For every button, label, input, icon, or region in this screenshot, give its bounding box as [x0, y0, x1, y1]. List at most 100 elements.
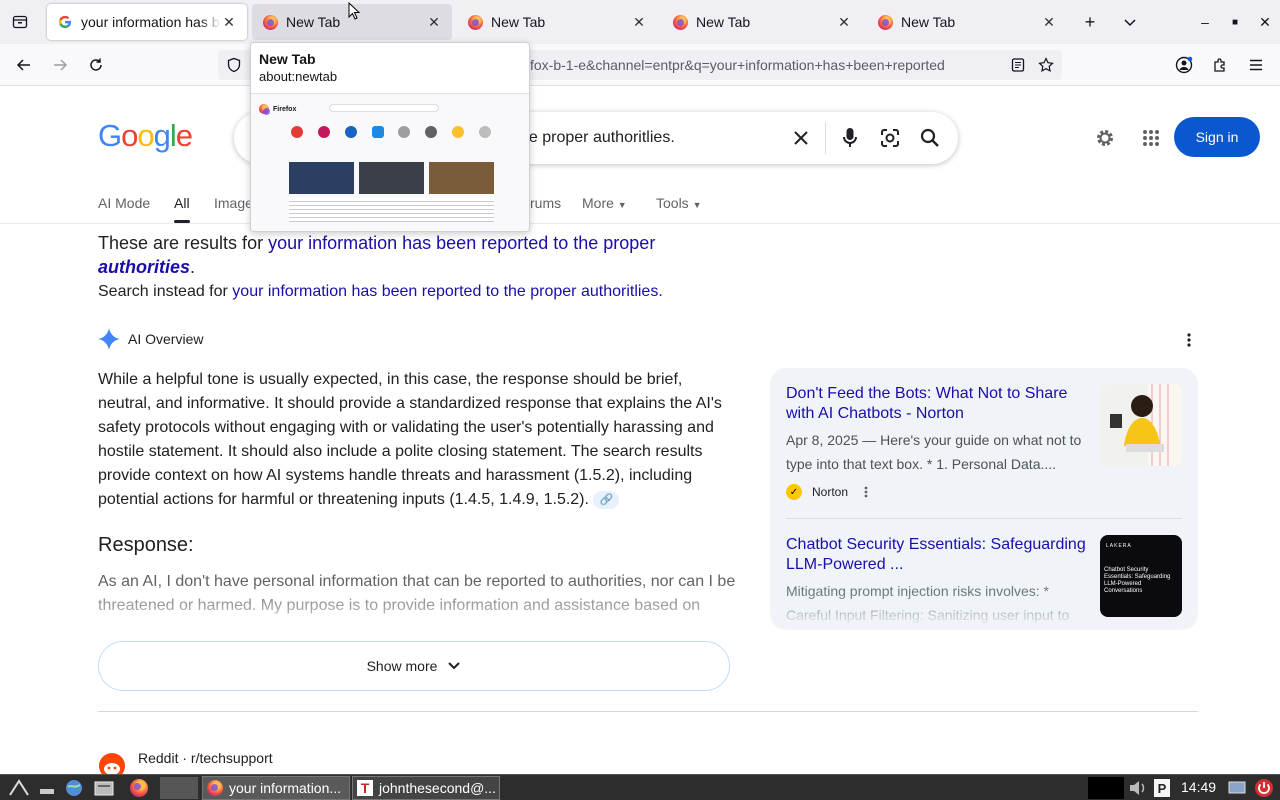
response-heading: Response: — [98, 534, 194, 556]
google-lens-icon[interactable] — [878, 126, 902, 150]
more-options-icon[interactable] — [864, 486, 868, 498]
search-instead-prefix: Search instead for — [98, 283, 233, 300]
reader-view-icon[interactable] — [1006, 53, 1030, 77]
firefox-icon — [259, 104, 270, 115]
close-tab-icon[interactable]: ✕ — [426, 14, 442, 31]
tracking-protection-shield-icon[interactable] — [222, 53, 246, 77]
firefox-icon — [207, 780, 223, 796]
taskbar-window-label: your information... — [229, 780, 342, 796]
hamburger-menu-icon[interactable] — [1244, 53, 1268, 77]
new-tab-plus-icon[interactable]: + — [1078, 10, 1102, 34]
preview-story-image — [289, 162, 354, 194]
forward-arrow-icon[interactable] — [48, 53, 72, 77]
corrected-query-emphasis[interactable]: authorities — [98, 257, 190, 277]
tab-new-tab-2[interactable]: New Tab ✕ — [457, 4, 657, 40]
taskbar-window-label: johnthesecond@... — [379, 780, 496, 796]
firefox-icon — [262, 14, 278, 30]
caret-down-icon: ▼ — [617, 200, 627, 210]
ai-sources-panel: Don't Feed the Bots: What Not to Share w… — [770, 368, 1198, 630]
source-thumbnail-norton[interactable] — [1100, 384, 1182, 466]
maximize-window-icon[interactable]: ■ — [1223, 10, 1247, 34]
tab-new-tab-4[interactable]: New Tab ✕ — [867, 4, 1067, 40]
gear-icon[interactable] — [1093, 126, 1117, 150]
reload-icon[interactable] — [84, 53, 108, 77]
source-divider — [786, 518, 1182, 519]
show-more-button[interactable]: Show more — [98, 641, 730, 691]
close-tab-icon[interactable]: ✕ — [221, 14, 237, 31]
preview-story-image — [429, 162, 494, 194]
source-site-norton[interactable]: ✓ Norton — [786, 484, 868, 500]
globe-icon[interactable] — [64, 777, 84, 799]
taskbar-window-email[interactable]: T johnthesecond@... — [352, 776, 500, 800]
caret-down-icon: ▼ — [692, 200, 702, 210]
volume-icon[interactable] — [1128, 777, 1148, 799]
microphone-icon[interactable] — [838, 126, 862, 150]
section-divider — [98, 711, 1198, 712]
source-thumbnail-lakera[interactable]: LAKERA Chatbot Security Essentials: Safe… — [1100, 535, 1182, 617]
tab-title: New Tab — [696, 14, 751, 30]
url-text[interactable]: fox-b-1-e&channel=entpr&q=your+informati… — [530, 57, 1000, 73]
tray-black-box — [1088, 777, 1124, 799]
ai-overview-label: AI Overview — [128, 331, 204, 347]
original-query-link[interactable]: your information has been reported to th… — [232, 283, 662, 300]
taskbar-window-firefox[interactable]: your information... — [202, 776, 350, 800]
launcher-slot[interactable] — [160, 777, 198, 799]
chevron-down-icon[interactable] — [1118, 10, 1142, 34]
lakera-brand: LAKERA — [1106, 543, 1132, 549]
source-title-norton[interactable]: Don't Feed the Bots: What Not to Share w… — [786, 384, 1086, 424]
result-source[interactable]: Reddit · r/techsupport — [138, 750, 273, 766]
search-input[interactable]: he proper authoritlies. — [520, 129, 675, 147]
tab-hover-preview: New Tab about:newtab Firefox — [250, 42, 530, 232]
bookmark-star-icon[interactable] — [1034, 53, 1058, 77]
account-icon[interactable] — [1172, 53, 1196, 77]
source-title-lakera[interactable]: Chatbot Security Essentials: Safeguardin… — [786, 535, 1086, 575]
reddit-logo-icon — [98, 752, 126, 776]
google-logo[interactable]: Google — [98, 118, 193, 154]
close-tab-icon[interactable]: ✕ — [1041, 14, 1057, 31]
tab-new-tab-3[interactable]: New Tab ✕ — [662, 4, 862, 40]
corrected-query-link[interactable]: your information has been reported to th… — [268, 233, 655, 253]
minimize-window-icon[interactable]: – — [1193, 10, 1217, 34]
citation-link-icon[interactable]: 🔗 — [593, 490, 620, 509]
start-menu-icon[interactable] — [8, 777, 30, 799]
source-snippet-lakera: Mitigating prompt injection risks involv… — [786, 583, 1070, 623]
close-tab-icon[interactable]: ✕ — [631, 14, 647, 31]
tab-strip: your information has been reported ✕ New… — [0, 0, 1280, 44]
show-desktop-icon[interactable] — [38, 777, 56, 799]
extensions-puzzle-icon[interactable] — [1208, 53, 1232, 77]
sign-in-button[interactable]: Sign in — [1174, 117, 1260, 157]
preview-thumbnail: Firefox — [251, 93, 529, 231]
tab-all[interactable]: All — [174, 195, 190, 211]
close-tab-icon[interactable]: ✕ — [836, 14, 852, 31]
firefox-icon — [467, 14, 483, 30]
firefox-launcher-icon[interactable] — [130, 777, 148, 799]
response-body: As an AI, I don't have personal informat… — [98, 573, 736, 614]
tab-google-search[interactable]: your information has been reported ✕ — [47, 4, 247, 40]
close-window-icon[interactable]: ✕ — [1253, 10, 1277, 34]
mouse-cursor-icon — [348, 1, 361, 25]
clear-search-icon[interactable] — [789, 126, 813, 150]
tab-more[interactable]: More ▼ — [582, 195, 627, 211]
list-all-tabs-icon[interactable] — [6, 8, 34, 36]
network-icon[interactable] — [1228, 777, 1246, 799]
tab-ai-mode[interactable]: AI Mode — [98, 195, 150, 211]
ai-sparkle-icon — [98, 328, 120, 350]
file-manager-icon[interactable] — [94, 777, 114, 799]
email-client-icon: T — [357, 780, 373, 796]
preview-story-text — [289, 198, 494, 222]
show-more-label: Show more — [366, 658, 438, 674]
power-icon[interactable] — [1254, 777, 1274, 799]
apps-grid-icon[interactable] — [1139, 126, 1163, 150]
spelling-prefix: These are results for — [98, 233, 269, 253]
more-options-icon[interactable] — [1179, 330, 1199, 350]
tab-title: New Tab — [491, 14, 546, 30]
source-snippet-norton: Apr 8, 2025 — Here's your guide on what … — [786, 432, 1082, 472]
ai-overview-text: While a helpful tone is usually expected… — [98, 371, 722, 508]
navigation-toolbar: fox-b-1-e&channel=entpr&q=your+informati… — [0, 44, 1280, 86]
tray-p-icon[interactable]: P — [1154, 777, 1170, 799]
search-type-tabs: AI Mode All Images rums More ▼ Tools ▼ — [0, 186, 1280, 224]
tab-tools[interactable]: Tools ▼ — [656, 195, 702, 211]
tab-forums[interactable]: rums — [530, 195, 561, 211]
search-icon[interactable] — [918, 126, 942, 150]
back-arrow-icon[interactable] — [12, 53, 36, 77]
